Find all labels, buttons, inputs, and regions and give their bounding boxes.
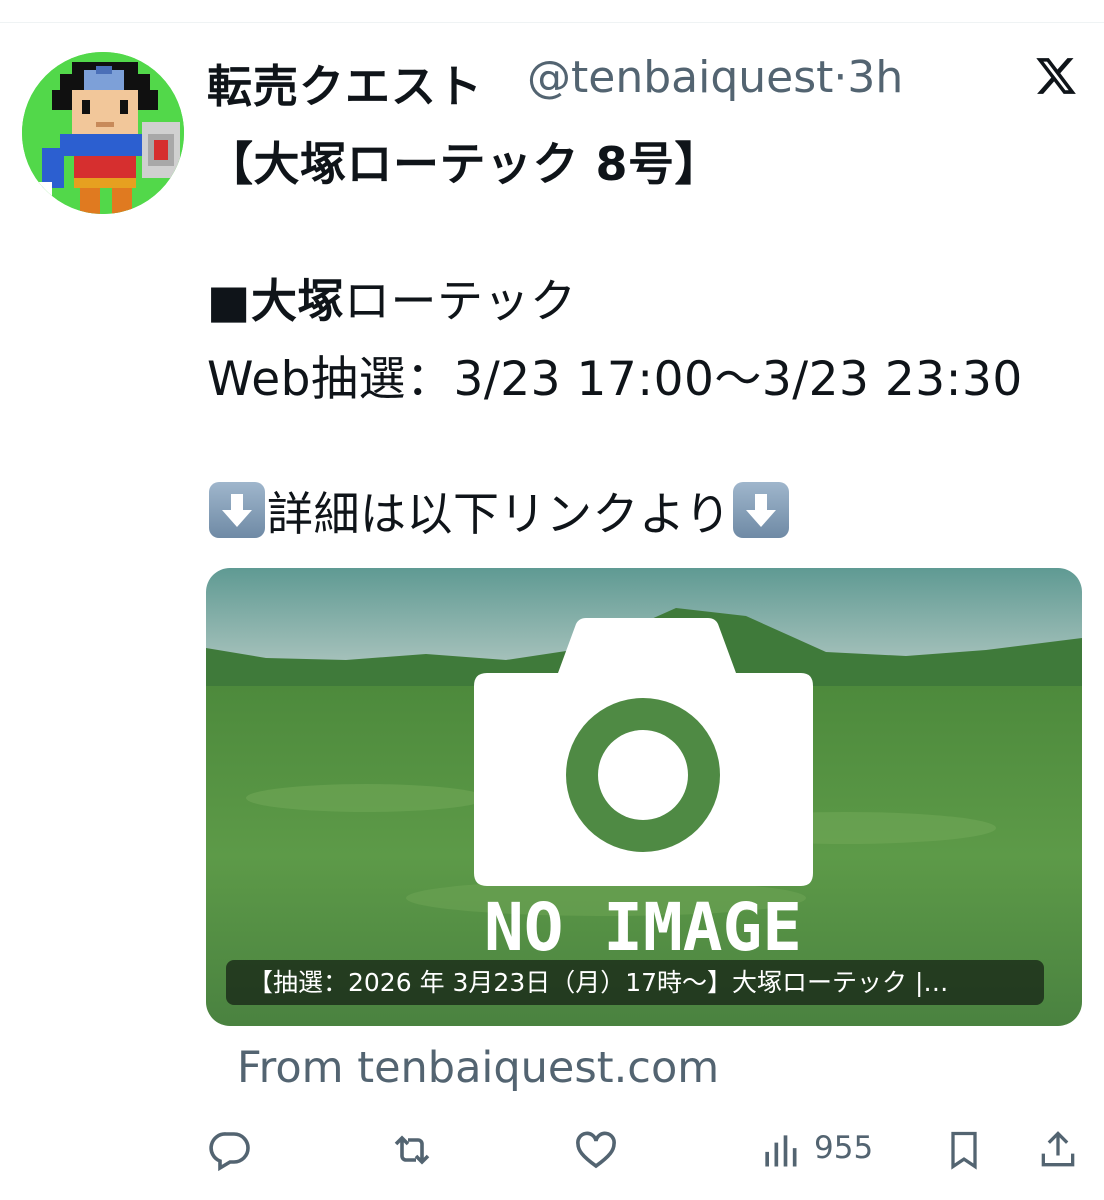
retweet-icon[interactable]: [388, 1126, 436, 1174]
link-source[interactable]: From tenbaiquest.com: [237, 1043, 719, 1093]
handle-and-time[interactable]: @tenbaiquest·3h: [527, 52, 903, 103]
card-title-label: 【抽選：2026 年 3月23日（月）17時〜】大塚ローテック |…: [226, 960, 1044, 1005]
store-name-bold: 大塚: [250, 274, 344, 328]
views-count: 955: [814, 1130, 874, 1166]
card-thumbnail: NO IMAGE: [206, 568, 1082, 1026]
share-icon[interactable]: [1036, 1126, 1080, 1174]
reply-icon[interactable]: [206, 1126, 254, 1174]
details-text: 詳細は以下リンクより: [267, 487, 732, 541]
bookmark-icon[interactable]: [942, 1126, 986, 1174]
square-bullet: ■: [207, 274, 251, 328]
tweet-lottery-line: Web抽選：3/23 17:00〜3/23 23:30: [207, 352, 1023, 407]
display-name[interactable]: 転売クエスト: [207, 50, 483, 115]
avatar[interactable]: [22, 52, 184, 214]
down-arrow-icon: [733, 482, 790, 538]
views-icon[interactable]: [758, 1126, 802, 1174]
store-name-rest: ローテック: [343, 274, 577, 328]
tweet-details-line: 詳細は以下リンクより: [207, 478, 791, 544]
tweet-title-line: 【大塚ローテック 8号】: [207, 137, 722, 191]
top-divider: [0, 0, 1104, 23]
down-arrow-icon: [209, 482, 265, 538]
link-card[interactable]: NO IMAGE 【抽選：2026 年 3月23日（月）17時〜】大塚ローテック…: [206, 568, 1082, 1026]
like-icon[interactable]: [572, 1126, 620, 1174]
x-logo-icon[interactable]: [1034, 54, 1078, 98]
tweet-store-line: ■大塚ローテック: [207, 265, 576, 331]
svg-text:NO IMAGE: NO IMAGE: [484, 889, 802, 966]
